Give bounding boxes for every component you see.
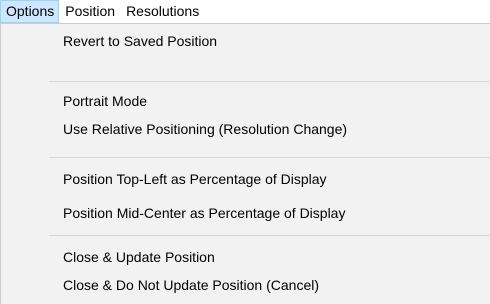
menu-separator — [49, 81, 490, 82]
options-dropdown-menu: Revert to Saved Position Portrait Mode U… — [0, 23, 490, 304]
menu-item-close-and-do-not-update[interactable]: Close & Do Not Update Position (Cancel) — [1, 271, 490, 299]
menu-bar: Options Position Resolutions — [0, 0, 490, 24]
menu-separator — [49, 235, 490, 236]
menu-resolutions[interactable]: Resolutions — [120, 0, 204, 23]
menu-item-close-and-update-position[interactable]: Close & Update Position — [1, 243, 490, 271]
menu-separator — [49, 157, 490, 158]
menu-options[interactable]: Options — [0, 0, 60, 23]
menu-item-use-relative-positioning[interactable]: Use Relative Positioning (Resolution Cha… — [1, 115, 490, 143]
menu-item-portrait-mode[interactable]: Portrait Mode — [1, 87, 490, 115]
menu-item-revert-to-saved-position[interactable]: Revert to Saved Position — [1, 27, 490, 55]
menu-item-position-mid-center-percentage[interactable]: Position Mid-Center as Percentage of Dis… — [1, 199, 490, 227]
menu-position[interactable]: Position — [59, 0, 120, 23]
menu-item-position-top-left-percentage[interactable]: Position Top-Left as Percentage of Displ… — [1, 165, 490, 193]
